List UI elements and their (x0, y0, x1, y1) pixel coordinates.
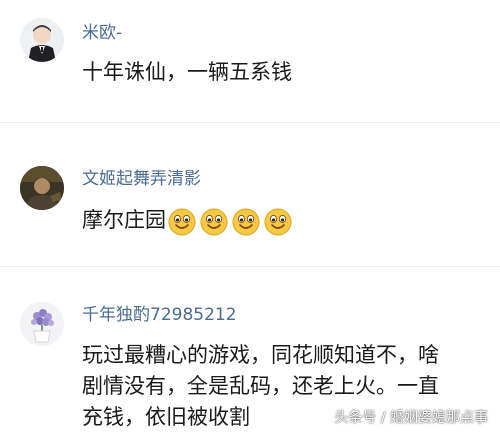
smiling-face-icon (200, 208, 228, 235)
comment-text: 摩尔庄园 (82, 206, 296, 236)
lavender-flowers-avatar (20, 302, 64, 346)
smiling-face-icon (232, 208, 260, 235)
comment-username[interactable]: 千年独酌72985212 (82, 300, 237, 325)
child-in-suit-avatar (20, 18, 64, 62)
comment-text-line: 十年诛仙，一辆五系钱 (82, 60, 292, 84)
dark-portrait-avatar (20, 166, 64, 210)
comment-item: 米欧- 十年诛仙，一辆五系钱 (0, 0, 500, 118)
smiling-face-icon (168, 208, 196, 235)
divider (0, 122, 500, 123)
avatar[interactable] (20, 18, 64, 62)
comment-text-line: 摩尔庄园 (82, 208, 166, 232)
avatar[interactable] (20, 302, 64, 346)
comment-text: 十年诛仙，一辆五系钱 (82, 58, 292, 87)
comment-username[interactable]: 米欧- (82, 18, 122, 43)
comment-text-line: 玩过最糟心的游戏，同花顺知道不，啥 (82, 343, 439, 367)
divider (0, 266, 500, 267)
comment-username[interactable]: 文姬起舞弄清影 (82, 164, 201, 189)
watermark: 头条号 / 婚姻婆媳那点事 (334, 410, 488, 426)
avatar[interactable] (20, 166, 64, 210)
comment-text-line: 剧情没有，全是乱码，还老上火。一直 (82, 374, 439, 398)
emoji-row (168, 207, 296, 236)
smiling-face-icon (264, 208, 292, 235)
